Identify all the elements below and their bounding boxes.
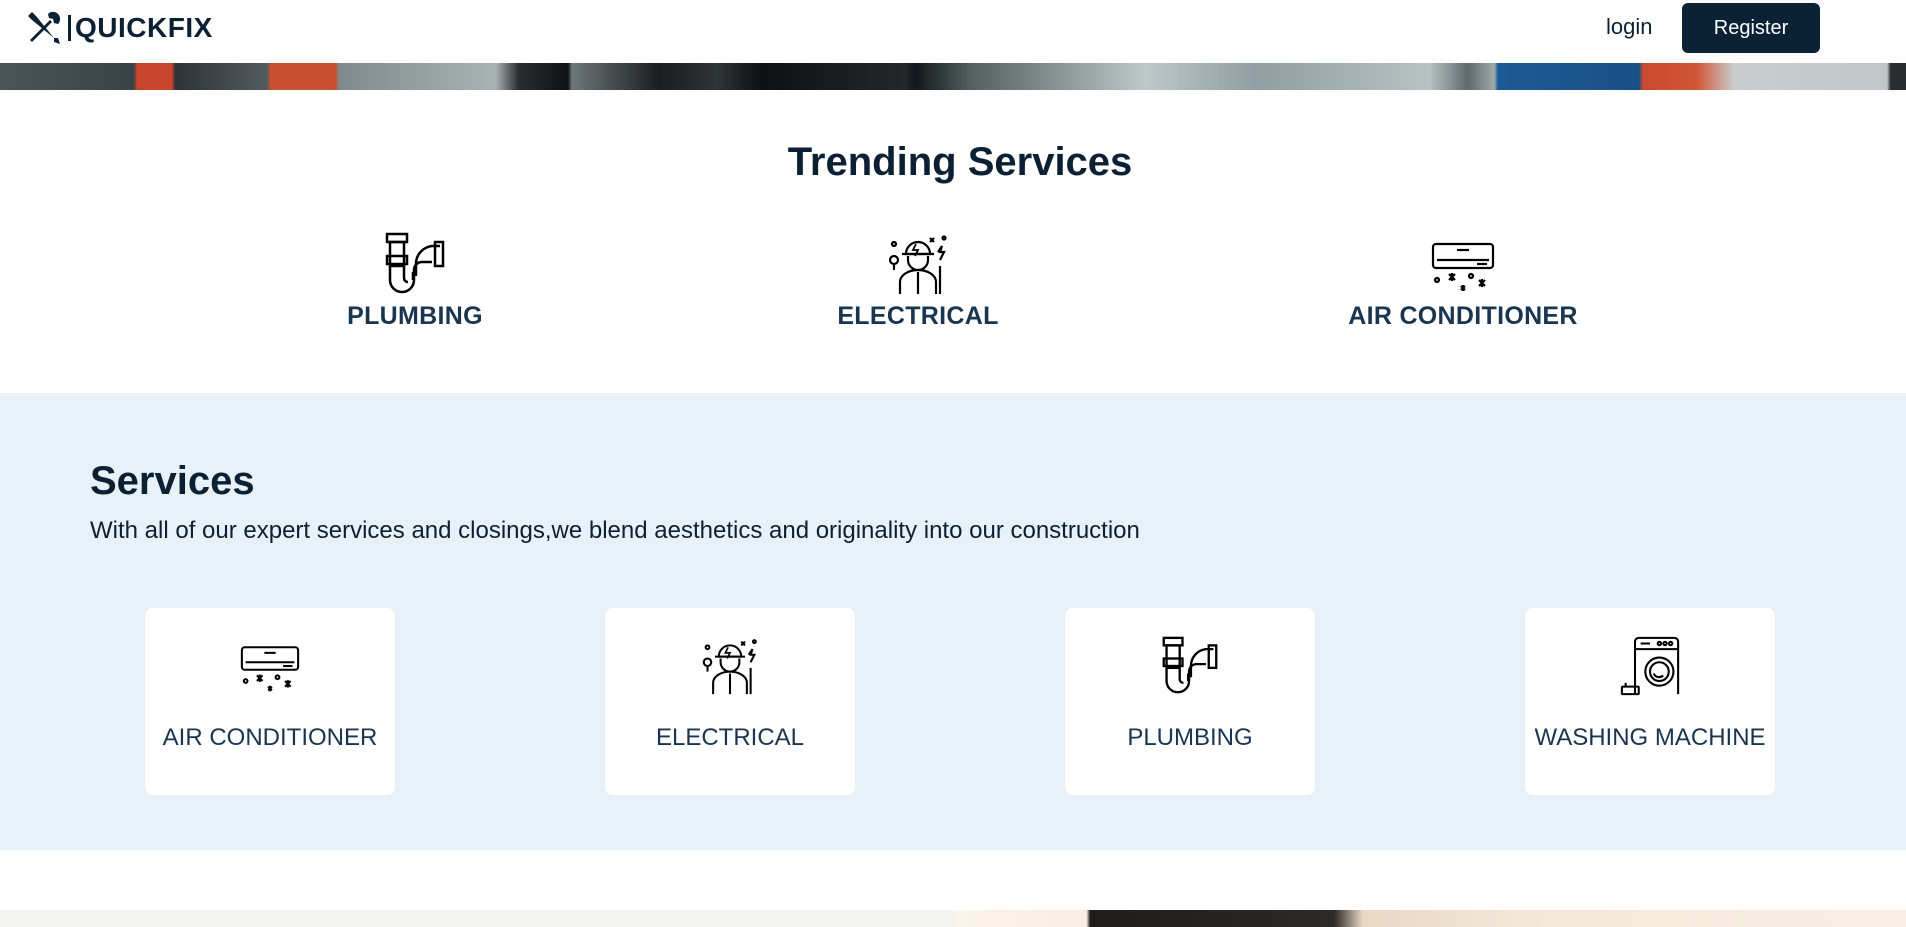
trending-item-label: AIR CONDITIONER (1348, 302, 1578, 330)
brand-name: QUICKFIX (75, 12, 213, 43)
brand-separator (68, 15, 71, 41)
register-button[interactable]: Register (1682, 3, 1820, 53)
service-card-electrical[interactable]: ELECTRICAL (605, 608, 855, 795)
services-subtitle: With all of our expert services and clos… (90, 517, 1140, 544)
service-card-label: PLUMBING (1127, 724, 1253, 751)
pipe-icon (385, 232, 445, 294)
trending-item-plumbing[interactable]: PLUMBING (295, 232, 535, 331)
wrench-screwdriver-icon (28, 11, 61, 44)
navbar: QUICKFIX login Register (0, 0, 1906, 63)
washing-machine-icon (1620, 636, 1680, 696)
trending-item-electrical[interactable]: ELECTRICAL (798, 232, 1038, 331)
services-title: Services (90, 459, 255, 503)
electrician-icon (702, 639, 757, 695)
service-card-washing-machine[interactable]: WASHING MACHINE (1525, 608, 1775, 795)
trending-item-label: PLUMBING (347, 302, 483, 330)
service-card-label: WASHING MACHINE (1534, 724, 1766, 751)
service-card-label: ELECTRICAL (655, 724, 805, 751)
trending-services-section: Trending Services PLUMBING ELECTRICAL AI… (0, 90, 1906, 393)
hero-image (0, 63, 1906, 90)
service-card-air-conditioner[interactable]: AIR CONDITIONER (145, 608, 395, 795)
footer-image (0, 910, 1906, 927)
pipe-icon (1162, 636, 1218, 694)
electrician-icon (888, 235, 947, 294)
trending-item-air-conditioner[interactable]: AIR CONDITIONER (1343, 232, 1583, 331)
trending-title: Trending Services (787, 140, 1133, 184)
brand-logo[interactable]: QUICKFIX (24, 8, 213, 48)
login-link[interactable]: login (1606, 14, 1652, 40)
service-card-plumbing[interactable]: PLUMBING (1065, 608, 1315, 795)
trending-item-label: ELECTRICAL (837, 302, 999, 330)
air-conditioner-icon (1431, 242, 1495, 291)
services-section: Services With all of our expert services… (0, 393, 1906, 850)
air-conditioner-icon (240, 646, 300, 692)
service-card-label: AIR CONDITIONER (162, 724, 378, 751)
